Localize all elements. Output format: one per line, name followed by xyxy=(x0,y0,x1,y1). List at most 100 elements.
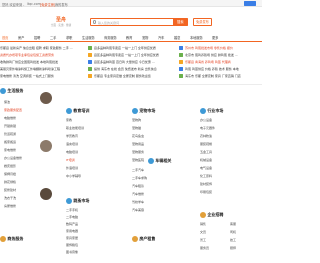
cars-link[interactable]: 汽车维修 xyxy=(132,192,144,196)
news-link[interactable]: 县多品种鸡蛋专卖店 一站一上门 全年供应优质 xyxy=(94,46,176,50)
pets-link[interactable]: 宠物狗 xyxy=(132,118,141,122)
news-link[interactable]: 乐都县 青海省 养鸡场 鸡苗 代理商 xyxy=(185,60,262,64)
cars-link[interactable]: 驾校学车 xyxy=(132,200,144,204)
pets-link[interactable]: 宠物猫 xyxy=(132,126,141,130)
jobs-link[interactable]: 文员 xyxy=(200,230,206,234)
news-link[interactable]: 北京市 蛋鸡养殖场 供应 鲜鸡蛋 批发 ... xyxy=(185,53,262,57)
biz-link[interactable]: 电气设备 xyxy=(200,166,212,170)
news-link[interactable]: 乐都县 专业家具定做 全屋定制 服务欢迎您 xyxy=(94,74,176,78)
site-link[interactable]: ltqc.com xyxy=(27,2,41,6)
my-posts-link[interactable]: 我的发布 xyxy=(55,2,68,7)
nav-item[interactable]: 招聘 xyxy=(34,35,40,40)
biz-link[interactable]: 服装鞋帽 xyxy=(200,142,212,146)
life-link[interactable]: 电脑维修 xyxy=(4,116,16,120)
jobs-link[interactable]: 服务员 xyxy=(200,246,209,250)
nav-item[interactable]: 二手 xyxy=(50,35,56,40)
pets-link[interactable]: 花鸟鱼虫 xyxy=(132,134,144,138)
pets-link[interactable]: 宠物服务 xyxy=(132,150,144,154)
cars-link[interactable]: 二手汽车 xyxy=(132,168,144,172)
second-link[interactable]: 数码产品 xyxy=(66,222,78,226)
life-link[interactable]: 家电维修 xyxy=(4,148,16,152)
edu-link[interactable]: 家教 xyxy=(66,118,72,122)
biz-link[interactable]: 农林牧渔 xyxy=(200,134,212,138)
post-button[interactable]: 免费发布 xyxy=(193,18,212,26)
life-thumb[interactable] xyxy=(40,140,52,152)
biz-link[interactable]: 化工原料 xyxy=(200,174,212,178)
life-link[interactable]: 搬家搬运 xyxy=(4,140,16,144)
second-link[interactable]: 家用电器 xyxy=(66,229,78,233)
nav-item[interactable]: 首页 xyxy=(2,35,8,40)
news-link[interactable]: 家电维修 清洗 空调拆装 一站式上门服务 xyxy=(0,74,84,78)
jobs-link[interactable]: 客服 xyxy=(230,222,236,226)
edu-link[interactable]: 职业技能培训 xyxy=(66,126,84,130)
edu-link[interactable]: 中小学辅导 xyxy=(66,174,81,178)
cars-link[interactable]: 汽车租赁 xyxy=(132,184,144,188)
biz-link[interactable]: 建材装饰 xyxy=(200,182,212,186)
news-link[interactable]: 收购鲜鸡厂供应全国蛋鸡批发 本地鸡蛋批发 xyxy=(0,60,84,64)
cars-link[interactable]: 汽车美容 xyxy=(132,208,144,212)
news-link[interactable]: 提供 海东市 在线 会员 免费发布 新房 出售信息 xyxy=(94,67,176,71)
nav-item[interactable]: 求职 xyxy=(66,35,72,40)
nav-item[interactable]: 本地服务 xyxy=(190,35,203,40)
nav-item[interactable]: 婚恋 xyxy=(174,35,180,40)
nav-item[interactable]: 宠物 xyxy=(142,35,148,40)
edu-link[interactable]: 语言培训 xyxy=(66,142,78,146)
nav-item[interactable]: 商务服务 xyxy=(104,35,117,40)
news-link[interactable]: 苏州市 鸡蛋批发市场 零售价格 报价 xyxy=(185,46,262,50)
biz-link[interactable]: 印刷包装 xyxy=(200,190,212,194)
section-title-house: 房产租售 xyxy=(132,236,155,242)
news-link[interactable]: 县区多品种鸡苗 百日鸡 大量供应 今日优惠 ... xyxy=(94,60,176,64)
news-link[interactable]: 县区多品种鸡蛋专卖店 一站一上门 全年供应优质 xyxy=(94,53,176,57)
jobs-link[interactable]: 销售 xyxy=(200,222,206,226)
second-link[interactable]: 服饰箱包 xyxy=(66,243,78,247)
second-icon xyxy=(66,198,72,204)
biz-link[interactable]: 办公设备 xyxy=(200,118,212,122)
nav-item[interactable]: 教育 xyxy=(126,35,132,40)
second-link[interactable]: 二手电脑 xyxy=(66,215,78,219)
nav-item[interactable]: 生活服务 xyxy=(82,35,95,40)
life-link[interactable]: 装修建材 xyxy=(4,188,16,192)
news-link[interactable]: 海东市 乐都 全屋定制 家具 厂家直销 门店 xyxy=(185,74,262,78)
second-link[interactable]: 二手手机 xyxy=(66,208,78,212)
jobs-link[interactable]: 厨师 xyxy=(230,246,236,250)
nav-item[interactable]: 更多 xyxy=(212,35,218,40)
jobs-link[interactable]: 技工 xyxy=(230,238,236,242)
search-input[interactable]: 输入您的关键词 xyxy=(98,21,119,25)
news-link[interactable]: 鸡蛋 鸡苗供应 价格 养殖 技术 服务 本地 xyxy=(185,67,262,71)
life-thumb[interactable] xyxy=(40,188,52,200)
life-link[interactable]: 保姆月嫂 xyxy=(4,172,16,176)
life-link[interactable]: 管道疏通 xyxy=(4,132,16,136)
nav-item[interactable]: 房产 xyxy=(18,35,24,40)
news-link[interactable]: 资质代办增项专业承包总包施工资质劳务 xyxy=(0,53,84,57)
register-link[interactable]: [免费注册] xyxy=(40,2,55,7)
search-button[interactable]: 搜索 xyxy=(172,17,188,27)
life-link[interactable]: 保洁 xyxy=(4,100,10,104)
life-link[interactable]: 开锁换锁 xyxy=(4,124,16,128)
edu-link[interactable]: 外语培训 xyxy=(66,166,78,170)
jobs-link[interactable]: 司机 xyxy=(230,230,236,234)
news-link[interactable]: 乐都县 最新房产 信息出租 招聘 求职 家政服务 二手 ... xyxy=(0,46,84,50)
jobs-link[interactable]: 普工 xyxy=(200,238,206,242)
pets-link[interactable]: 宠物用品 xyxy=(132,142,144,146)
nav-item[interactable]: 汽车 xyxy=(158,35,164,40)
life-link[interactable]: 婚庆摄影 xyxy=(4,164,16,168)
site-logo[interactable]: 圣舟 全面 · 实惠 · 便捷 xyxy=(50,16,72,27)
life-link[interactable]: 洗衣干洗 xyxy=(4,196,16,200)
biz-link[interactable]: 五金工具 xyxy=(200,150,212,154)
life-link[interactable]: 办公设备维修 xyxy=(4,156,22,160)
second-link[interactable]: 图书音像 xyxy=(66,250,78,254)
pets-link[interactable]: 宠物医院 xyxy=(132,158,144,162)
news-link[interactable]: 美丽贝家外墙涂料施工外墙翻新涂料喷涂工程 xyxy=(0,67,84,71)
life-link[interactable]: 房屋维修 xyxy=(4,204,16,208)
edu-link[interactable]: 电脑培训 xyxy=(66,150,78,154)
life-thumb[interactable] xyxy=(40,92,52,104)
cars-link[interactable]: 二手车求购 xyxy=(132,176,147,180)
life-link[interactable]: 鲜花绿植 xyxy=(4,180,16,184)
biz-link[interactable]: 电子元器件 xyxy=(200,126,215,130)
biz-link[interactable]: 机械设备 xyxy=(200,158,212,162)
edu-link[interactable]: 学历教育 xyxy=(66,134,78,138)
life-link[interactable]: 家政服务配置 xyxy=(4,108,22,112)
app-badge[interactable] xyxy=(244,1,256,6)
second-link[interactable]: 家具家居 xyxy=(66,236,78,240)
edu-link[interactable]: IT培训 xyxy=(66,158,75,162)
